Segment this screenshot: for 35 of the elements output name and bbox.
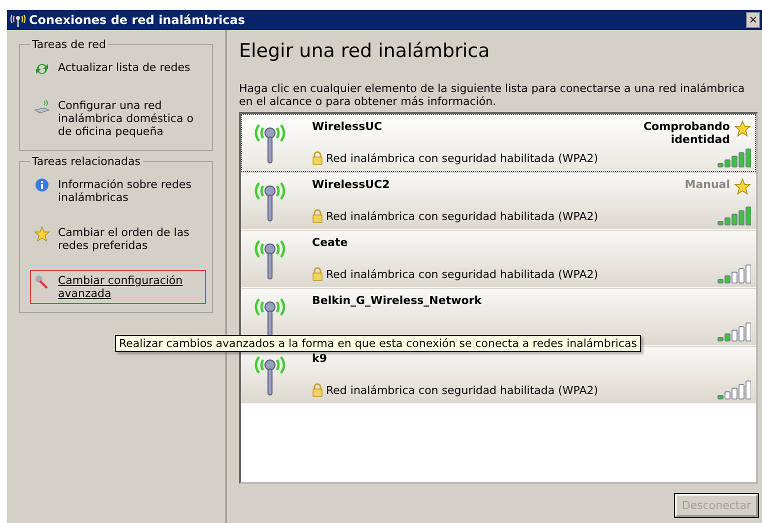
connection-status: Manual	[684, 178, 730, 191]
security-text: Red inalámbrica con seguridad habilitada (WPA2)	[326, 210, 600, 222]
network-name: Ceate	[312, 236, 349, 249]
page-heading: Elegir una red inalámbrica	[239, 40, 491, 62]
task-link[interactable]: Cambiar el orden de las redes preferidas	[30, 222, 206, 256]
refresh-icon	[34, 61, 50, 77]
close-button[interactable]: ×	[746, 12, 760, 28]
lock-icon	[312, 383, 323, 397]
star-icon	[34, 226, 50, 242]
task-link[interactable]: Información sobre redes inalámbricas	[30, 174, 206, 208]
lock-icon	[312, 209, 323, 223]
network-item[interactable]: WirelessUC2 Manual Red inalámbrica con seguridad habilitada (WPA2)	[241, 172, 756, 230]
window-title: Conexiones de red inalámbricas	[29, 13, 246, 27]
task-link[interactable]: Actualizar lista de redes	[30, 57, 206, 81]
network-name: WirelessUC	[312, 120, 384, 133]
tooltip: Realizar cambios avanzados a la forma en que esta conexión se conecta a redes inalámbricas	[115, 335, 641, 352]
router-icon	[34, 99, 50, 115]
task-link[interactable]: Configurar una red inalámbrica doméstica o de oficina pequeña	[30, 95, 206, 142]
antenna-icon	[9, 13, 27, 27]
security-text: Red inalámbrica con seguridad habilitada (WPA2)	[326, 384, 600, 396]
network-name: WirelessUC2	[312, 178, 391, 191]
lock-icon	[312, 267, 323, 281]
security-text: Red inalámbrica con seguridad habilitada (WPA2)	[326, 268, 600, 280]
network-item[interactable]: Ceate Red inalámbrica con seguridad habilitada (WPA2)	[241, 230, 756, 288]
network-name: k9	[312, 352, 328, 365]
connection-status: Comprobando identidad	[642, 120, 730, 146]
network-name: Belkin_G_Wireless_Network	[312, 294, 483, 307]
lock-icon	[312, 151, 323, 165]
security-text: Red inalámbrica con seguridad habilitada (WPA2)	[326, 152, 600, 164]
group-title: Tareas de red	[31, 38, 107, 51]
task-link[interactable]: Cambiar configuración avanzada	[30, 270, 206, 304]
description-text: Haga clic en cualquier elemento de la siguiente lista para conectarse a una red inalámbrica en el alcance o para obtener más información.	[239, 82, 746, 108]
group-title: Tareas relacionadas	[31, 155, 142, 168]
network-item[interactable]: WirelessUC Comprobando identidad Red inalámbrica con seguridad habilitada (WPA2)	[241, 114, 756, 172]
info-icon	[34, 178, 50, 194]
